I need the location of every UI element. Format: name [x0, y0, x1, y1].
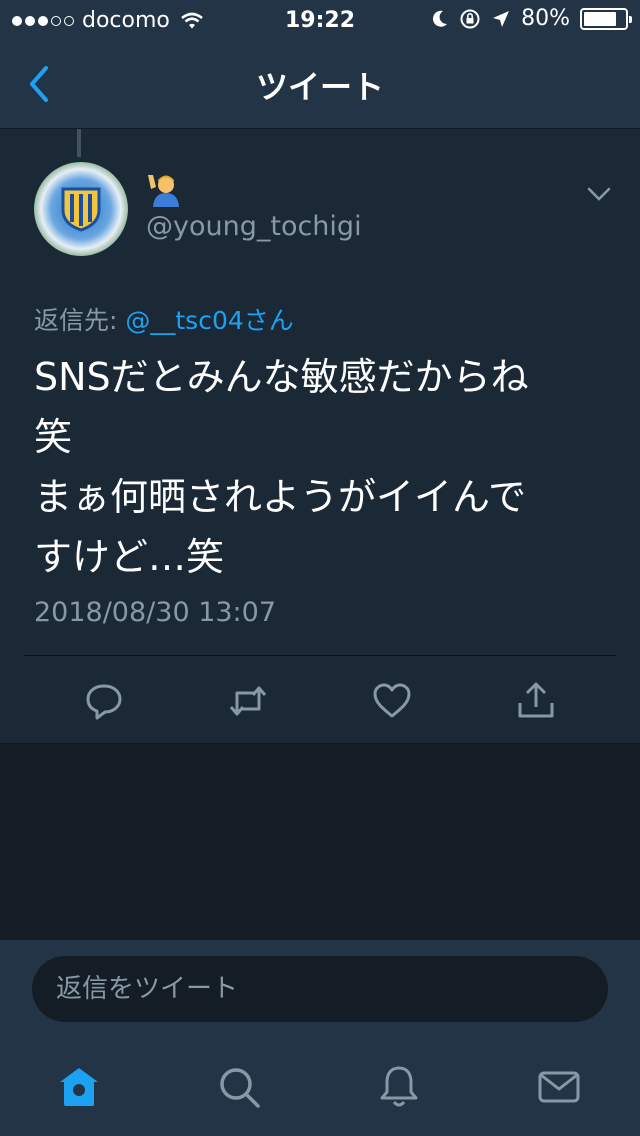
- moon-icon: [433, 10, 448, 27]
- avatar[interactable]: [34, 162, 128, 256]
- tweet-detail: @young_tochigi 返信先: @__tsc04さん SNSだとみんな敏…: [0, 129, 640, 744]
- reply-input[interactable]: 返信をツイート: [32, 956, 608, 1022]
- battery-percent: 80%: [521, 6, 570, 31]
- battery-level: [584, 11, 616, 26]
- search-icon[interactable]: [216, 1064, 262, 1110]
- thread-connector: [77, 129, 81, 157]
- status-right: 80%: [431, 6, 632, 31]
- notifications-icon[interactable]: [376, 1064, 422, 1110]
- retweet-icon[interactable]: [228, 681, 268, 721]
- page-title: ツイート: [255, 68, 384, 106]
- share-icon[interactable]: [516, 681, 556, 721]
- status-bar: docomo 19:22 80%: [0, 0, 640, 40]
- display-name-emoji: [148, 175, 179, 207]
- reply-icon[interactable]: [84, 681, 124, 721]
- tweet-text: SNSだとみんな敏感だからね 笑 まぁ何晒されようがイイんで すけど…笑: [34, 355, 529, 579]
- home-icon[interactable]: [56, 1064, 102, 1110]
- reply-to-label: 返信先:: [34, 306, 126, 335]
- navigation-bar: ツイート: [0, 40, 640, 129]
- tweet-actions: [0, 655, 640, 743]
- reply-to-line: 返信先: @__tsc04さん: [34, 301, 294, 337]
- user-handle[interactable]: @young_tochigi: [146, 211, 362, 242]
- tweet-timestamp: 2018/08/30 13:07: [34, 597, 277, 628]
- team-crest-icon: [61, 187, 101, 232]
- reply-to-mention[interactable]: @__tsc04さん: [125, 306, 293, 335]
- like-icon[interactable]: [372, 681, 412, 721]
- battery-icon: [580, 7, 632, 30]
- rotation-lock-icon: [460, 9, 480, 28]
- bottom-bar: 返信をツイート: [0, 940, 640, 1136]
- messages-icon[interactable]: [536, 1064, 582, 1110]
- location-arrow-icon: [493, 10, 510, 27]
- chevron-down-icon[interactable]: [584, 181, 614, 207]
